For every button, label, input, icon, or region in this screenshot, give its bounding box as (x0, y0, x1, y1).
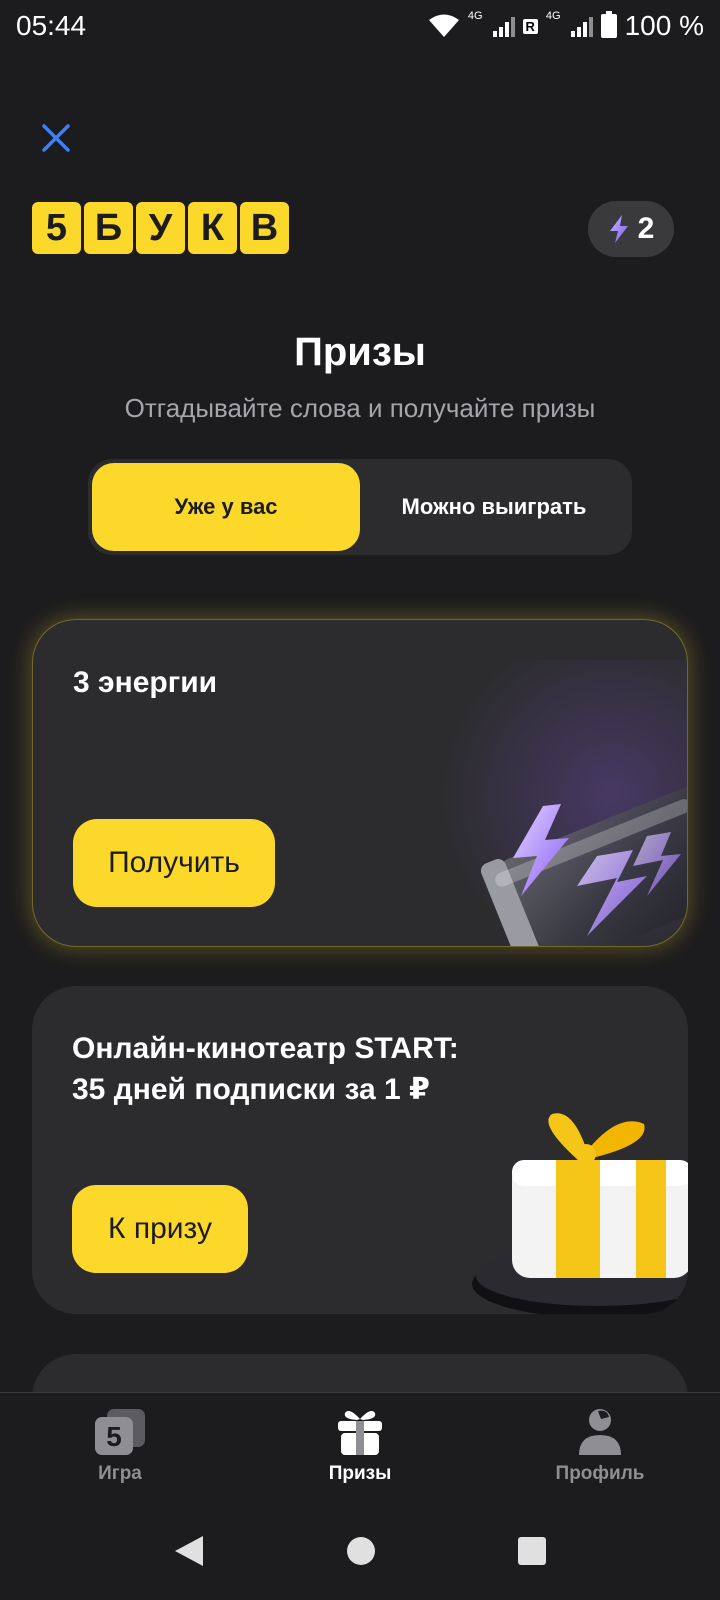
energy-counter[interactable]: 2 (588, 201, 674, 257)
prize-title-line: 35 дней подписки за 1 ₽ (72, 1073, 430, 1106)
logo-tile: Б (84, 202, 133, 254)
bottom-navigation: 5 Игра Призы Профиль (0, 1392, 720, 1502)
energy-battery-illustration (480, 786, 687, 946)
prize-title: Онлайн-кинотеатр START: 35 дней подписки… (72, 1028, 459, 1110)
battery-icon (600, 11, 617, 38)
tab-owned[interactable]: Уже у вас (92, 463, 360, 551)
prize-card-energy: 3 энергии Получить (32, 619, 688, 947)
status-bar: 05:44 4G R 4G 100 % (0, 0, 720, 52)
energy-count: 2 (637, 212, 655, 245)
system-navigation (0, 1502, 720, 1600)
nav-label: Профиль (555, 1463, 645, 1484)
to-prize-button[interactable]: К призу (72, 1185, 248, 1273)
nav-item-game[interactable]: 5 Игра (0, 1393, 240, 1502)
home-icon[interactable] (345, 1535, 377, 1567)
prize-title: 3 энергии (73, 666, 218, 699)
get-prize-button[interactable]: Получить (73, 819, 275, 907)
prize-card-start: Онлайн-кинотеатр START: 35 дней подписки… (32, 986, 688, 1314)
status-time: 05:44 (16, 10, 87, 41)
signal-1-icon (492, 15, 515, 37)
network-type-2: 4G (545, 10, 561, 22)
tab-can-win[interactable]: Можно выиграть (360, 463, 628, 551)
prize-title-line: Онлайн-кинотеатр START: (72, 1032, 459, 1065)
battery-level: 100 % (624, 10, 704, 41)
wifi-icon (428, 14, 459, 37)
signal-2-icon (570, 15, 593, 37)
svg-text:5: 5 (106, 1421, 122, 1452)
nav-label: Призы (328, 1463, 392, 1484)
nav-item-prizes[interactable]: Призы (240, 1393, 480, 1502)
logo-tile: В (240, 202, 289, 254)
prize-tabs: Уже у вас Можно выиграть (88, 459, 632, 555)
network-type-1: 4G (467, 10, 483, 22)
game-tile-icon: 5 (95, 1409, 145, 1455)
logo-tile: 5 (32, 202, 81, 254)
close-icon (42, 124, 70, 152)
logo-tile: У (136, 202, 185, 254)
gift-icon (338, 1411, 382, 1455)
profile-icon (579, 1409, 621, 1455)
page-title: Призы (294, 330, 426, 374)
nav-item-profile[interactable]: Профиль (480, 1393, 720, 1502)
logo-tile: К (188, 202, 237, 254)
lightning-icon (609, 215, 628, 243)
gift-illustration (472, 1113, 688, 1314)
page-subtitle: Отгадывайте слова и получайте призы (124, 393, 596, 423)
back-icon[interactable] (173, 1534, 205, 1568)
close-button[interactable] (36, 118, 76, 158)
app-logo: 5 Б У К В (32, 202, 289, 254)
status-icons: 4G R 4G 100 % (428, 10, 704, 42)
roaming-badge: R (522, 18, 538, 34)
nav-label: Игра (98, 1463, 142, 1484)
recents-icon[interactable] (517, 1536, 547, 1566)
